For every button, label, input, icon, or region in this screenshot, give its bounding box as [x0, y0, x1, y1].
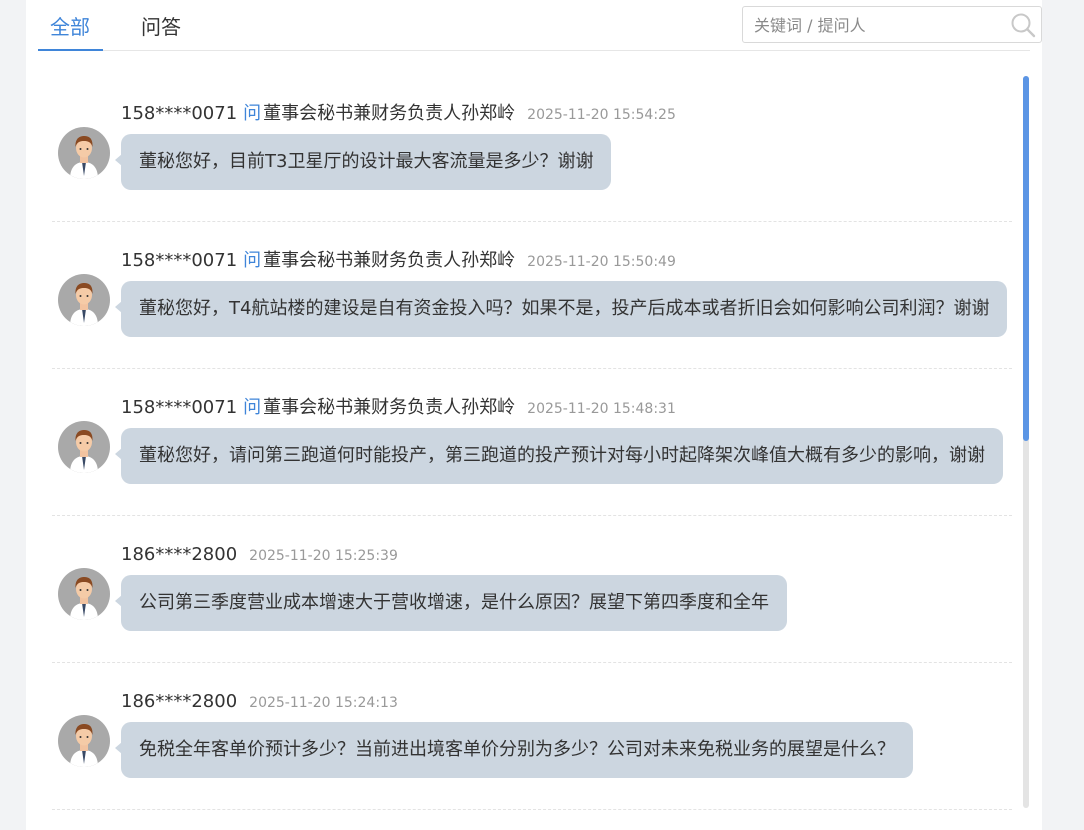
asker-name[interactable]: 186****2800	[121, 544, 237, 565]
search-input[interactable]	[754, 15, 1004, 35]
question-time: 2025-11-20 15:25:39	[249, 548, 398, 564]
ask-label: 问	[243, 250, 262, 271]
avatar	[58, 568, 110, 620]
question-time: 2025-11-20 15:50:49	[527, 254, 676, 270]
question-item: 158****0071 问董事会秘书兼财务负责人孙郑岭 2025-11-20 15:…	[52, 369, 1012, 516]
scrollbar-track[interactable]	[1023, 76, 1029, 808]
question-item: 158****0071 问董事会秘书兼财务负责人孙郑岭 2025-11-20 15:…	[52, 222, 1012, 369]
user-avatar-icon	[70, 283, 98, 326]
asker-name[interactable]: 158****0071	[121, 250, 237, 271]
question-target: 董事会秘书兼财务负责人孙郑岭	[263, 397, 516, 418]
avatar	[58, 715, 110, 767]
qa-panel: 全部 问答 158****0071问董事会秘书兼财务负责人孙郑岭2025-11-…	[26, 0, 1042, 830]
question-item: 158****0071 问董事会秘书兼财务负责人孙郑岭 2025-11-20 15:…	[52, 75, 1012, 222]
question-meta: 186****2800 2025-11-20 15:24:13	[121, 691, 398, 714]
search-box[interactable]	[742, 6, 1042, 43]
asker-name[interactable]: 158****0071	[121, 103, 237, 124]
question-bubble: 董秘您好，请问第三跑道何时能投产，第三跑道的投产预计对每小时起降架次峰值大概有多…	[115, 428, 1003, 484]
question-target: 董事会秘书兼财务负责人孙郑岭	[263, 250, 516, 271]
question-bubble: 公司第三季度营业成本增速大于营收增速，是什么原因？展望下第四季度和全年	[115, 575, 787, 631]
question-meta: 158****0071 问董事会秘书兼财务负责人孙郑岭 2025-11-20 15:…	[121, 103, 676, 126]
asker-name[interactable]: 158****0071	[121, 397, 237, 418]
question-meta: 186****2800 2025-11-20 15:25:39	[121, 544, 398, 567]
search-icon[interactable]	[1009, 11, 1037, 39]
question-time: 2025-11-20 15:54:25	[527, 107, 676, 123]
user-avatar-icon	[70, 430, 98, 473]
user-avatar-icon	[70, 724, 98, 767]
avatar	[58, 274, 110, 326]
avatar	[58, 127, 110, 179]
question-meta: 158****0071 问董事会秘书兼财务负责人孙郑岭 2025-11-20 15:…	[121, 397, 676, 420]
ask-label: 问	[243, 103, 262, 124]
question-time: 2025-11-20 15:24:13	[249, 695, 398, 711]
ask-label: 问	[243, 397, 262, 418]
question-bubble: 董秘您好，目前T3卫星厅的设计最大客流量是多少？谢谢	[114, 134, 612, 190]
question-bubble: 免税全年客单价预计多少？当前进出境客单价分别为多少？公司对未来免税业务的展望是什…	[115, 722, 913, 778]
avatar	[58, 421, 110, 473]
user-avatar-icon	[70, 577, 98, 620]
question-bubble: 董秘您好，T4航站楼的建设是自有资金投入吗？如果不是，投产后成本或者折旧会如何影…	[114, 281, 1008, 337]
question-item: 186****2800 2025-11-20 15:24:13 免税全年客单价预计…	[52, 663, 1012, 810]
tab-bar: 全部 问答	[38, 0, 1042, 51]
user-avatar-icon	[70, 136, 98, 179]
scrollbar-thumb[interactable]	[1023, 76, 1029, 441]
question-target: 董事会秘书兼财务负责人孙郑岭	[263, 103, 516, 124]
question-item: 186****2800 2025-11-20 15:25:39 公司第三季度营业成…	[52, 516, 1012, 663]
asker-name[interactable]: 186****2800	[121, 691, 237, 712]
question-meta: 158****0071 问董事会秘书兼财务负责人孙郑岭 2025-11-20 15:…	[121, 250, 676, 273]
tab-qa[interactable]: 问答	[141, 14, 181, 40]
question-list: 158****0071 问董事会秘书兼财务负责人孙郑岭 2025-11-20 15:…	[52, 75, 1012, 815]
question-time: 2025-11-20 15:48:31	[527, 401, 676, 417]
tab-all[interactable]: 全部	[50, 14, 90, 40]
active-tab-indicator	[38, 49, 103, 51]
